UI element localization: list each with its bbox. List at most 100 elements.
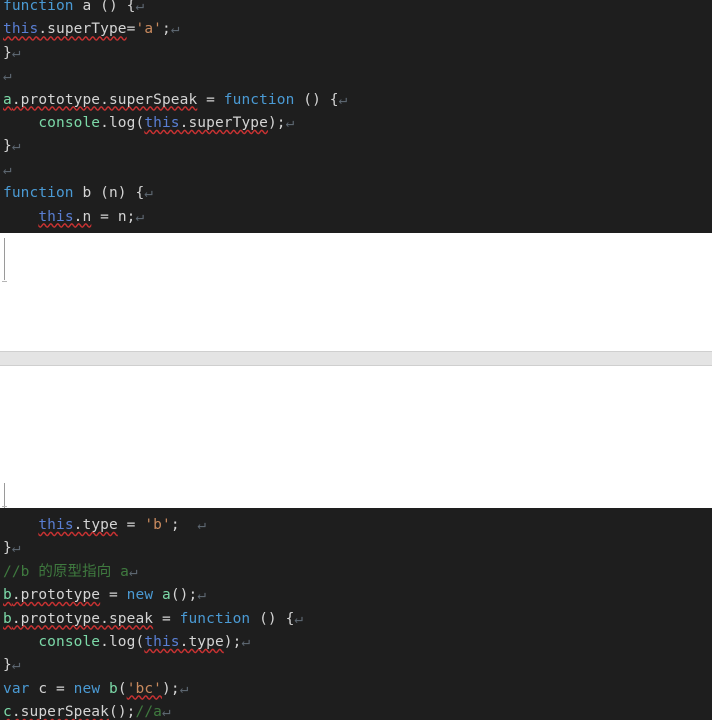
code-token: console xyxy=(38,114,101,131)
code-token: b xyxy=(73,185,101,202)
code-token: ); xyxy=(162,680,180,697)
code-token: () { xyxy=(294,91,339,108)
paragraph-mark-icon: ↵ xyxy=(3,161,12,178)
code-token: this xyxy=(3,21,39,38)
page-separator-band xyxy=(0,351,712,366)
code-line[interactable]: this.superType='a';↵ xyxy=(0,18,712,41)
margin-tick-upper xyxy=(2,281,7,282)
code-line[interactable]: console.log(this.type);↵ xyxy=(0,631,712,654)
paragraph-mark-icon: ↵ xyxy=(144,185,154,202)
paragraph-mark-icon: ↵ xyxy=(197,587,207,604)
code-token: a xyxy=(162,587,171,604)
code-line[interactable]: }↵ xyxy=(0,135,712,158)
paragraph-mark-icon: ↵ xyxy=(135,208,145,225)
code-token: c = xyxy=(29,680,74,697)
code-token: function xyxy=(3,185,74,202)
code-token: 'a' xyxy=(135,21,162,38)
code-token: (); xyxy=(170,587,198,604)
paragraph-mark-icon: ↵ xyxy=(11,657,21,674)
code-line[interactable]: this.type = 'b'; ↵ xyxy=(0,514,712,537)
code-token: 'b' xyxy=(144,517,171,533)
text-cursor-guide-lower xyxy=(4,483,5,508)
margin-tick-lower xyxy=(2,506,7,507)
code-token: //b 的原型指向 a xyxy=(3,563,129,580)
code-token: b xyxy=(109,680,118,697)
code-line[interactable]: ↵ xyxy=(0,65,712,88)
code-token: //a xyxy=(135,704,162,720)
page-gap-lower xyxy=(0,366,712,508)
paragraph-mark-icon: ↵ xyxy=(294,610,304,627)
code-token: .log xyxy=(100,114,136,131)
code-token: ); xyxy=(223,633,242,650)
code-lines-top: function a () {↵ this.superType='a';↵}↵ ↵ a… xyxy=(0,0,712,229)
code-token: new xyxy=(73,680,101,697)
code-line[interactable]: b.prototype.speak = function () {↵ xyxy=(0,608,712,631)
code-token: () { xyxy=(250,610,295,627)
code-token: b xyxy=(3,610,12,627)
code-token: .type xyxy=(179,633,224,650)
paragraph-mark-icon: ↵ xyxy=(135,0,145,14)
paragraph-mark-icon: ↵ xyxy=(170,21,180,38)
code-token: } xyxy=(3,657,12,674)
code-token: } xyxy=(3,138,12,155)
code-line[interactable]: console.log(this.superType);↵ xyxy=(0,112,712,135)
code-token: ; xyxy=(170,517,198,533)
code-token: this xyxy=(144,114,180,131)
paragraph-mark-icon: ↵ xyxy=(241,633,251,650)
code-token: new xyxy=(126,587,154,604)
code-lines-bottom: this.type = 'b'; ↵}↵//b 的原型指向 a↵ b.protot… xyxy=(0,514,712,720)
code-token: this xyxy=(38,517,74,533)
code-line[interactable]: }↵ xyxy=(0,654,712,677)
code-token: .superSpeak xyxy=(11,704,109,720)
code-token: b xyxy=(3,587,12,604)
paragraph-mark-icon: ↵ xyxy=(3,68,12,85)
code-token: } xyxy=(3,44,12,61)
paragraph-mark-icon: ↵ xyxy=(128,563,138,580)
code-token: .prototype.speak xyxy=(11,610,154,627)
code-line[interactable]: function b (n) {↵ xyxy=(0,182,712,205)
code-token: function xyxy=(3,0,74,14)
code-line[interactable]: c.superSpeak();//a↵ xyxy=(0,701,712,720)
paragraph-mark-icon: ↵ xyxy=(179,680,189,697)
code-line[interactable]: }↵ xyxy=(0,42,712,65)
code-token: function xyxy=(223,91,295,108)
code-token: .prototype.superSpeak xyxy=(11,91,198,108)
paragraph-mark-icon: ↵ xyxy=(197,517,207,533)
code-line[interactable]: a.prototype.superSpeak = function () {↵ xyxy=(0,89,712,112)
code-line[interactable]: //b 的原型指向 a↵ xyxy=(0,561,712,584)
code-token: .superType xyxy=(38,21,127,38)
code-token: } xyxy=(3,540,12,557)
code-line[interactable]: b.prototype = new a();↵ xyxy=(0,584,712,607)
paragraph-mark-icon: ↵ xyxy=(285,114,295,131)
code-token: a xyxy=(73,0,101,14)
code-line[interactable]: function a () {↵ xyxy=(0,0,712,18)
code-token: var xyxy=(3,680,30,697)
code-token: (n) { xyxy=(100,185,145,202)
code-line[interactable]: this.n = n;↵ xyxy=(0,206,712,229)
code-token: ( xyxy=(117,680,127,697)
code-token: this xyxy=(144,633,180,650)
code-token: ( xyxy=(135,633,145,650)
code-line[interactable]: ↵ xyxy=(0,159,712,182)
paragraph-mark-icon: ↵ xyxy=(338,91,348,108)
code-token: ); xyxy=(267,114,286,131)
code-line[interactable]: }↵ xyxy=(0,537,712,560)
code-token: = xyxy=(100,587,127,604)
code-token: = n; xyxy=(91,208,136,225)
paragraph-mark-icon: ↵ xyxy=(11,138,21,155)
code-block-bottom[interactable]: this.type = 'b'; ↵}↵//b 的原型指向 a↵ b.protot… xyxy=(0,508,712,720)
code-block-top[interactable]: function a () {↵ this.superType='a';↵}↵ ↵ a… xyxy=(0,0,712,233)
paragraph-mark-icon: ↵ xyxy=(11,44,21,61)
code-line[interactable]: var c = new b('bc');↵ xyxy=(0,678,712,701)
code-token: = xyxy=(117,517,145,533)
text-cursor-guide-upper xyxy=(4,238,5,280)
document-page: function a () {↵ this.superType='a';↵}↵ ↵ a… xyxy=(0,0,712,720)
code-token: 'bc' xyxy=(126,680,163,697)
code-token: .prototype xyxy=(11,587,101,604)
code-token: c xyxy=(3,704,12,720)
